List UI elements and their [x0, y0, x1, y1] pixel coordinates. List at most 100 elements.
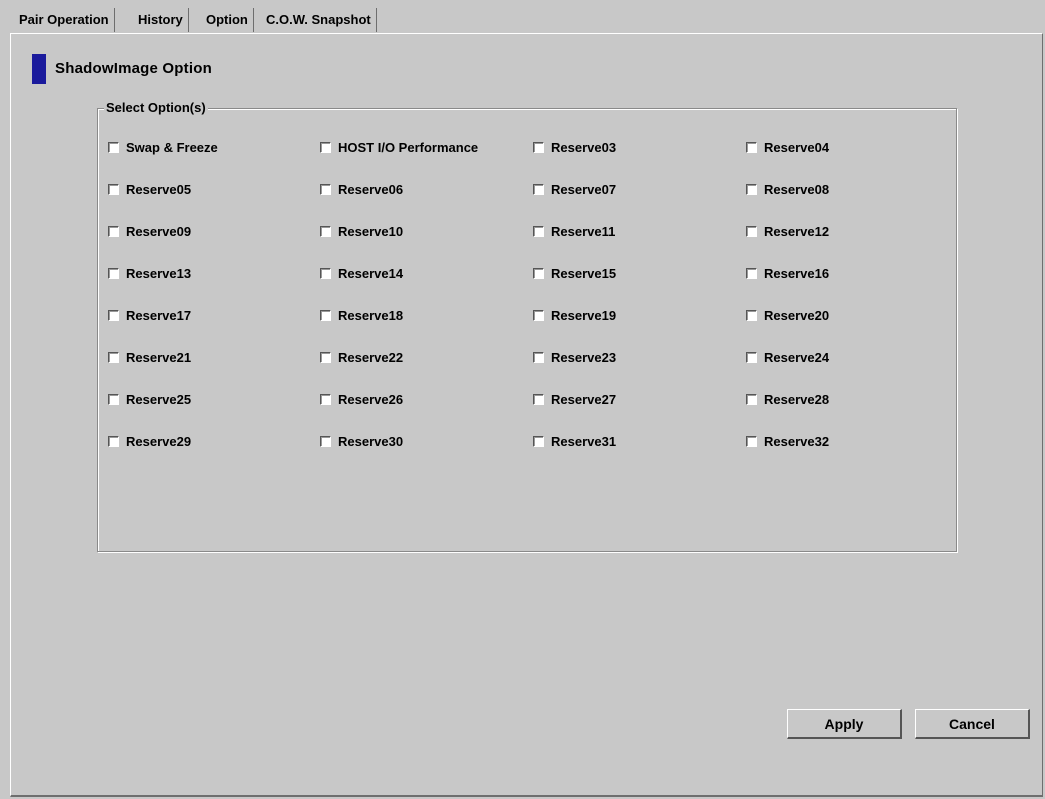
checkbox-box-icon[interactable]	[108, 267, 119, 279]
tab-option[interactable]: Option	[201, 8, 254, 32]
option-label: Reserve06	[338, 181, 404, 197]
checkbox-box-icon[interactable]	[320, 435, 331, 447]
checkbox-box-icon[interactable]	[320, 183, 331, 195]
option-label: Reserve23	[551, 349, 617, 365]
checkbox-box-icon[interactable]	[746, 351, 757, 363]
options-group-title: Select Option(s)	[104, 100, 208, 115]
option-checkbox[interactable]: Reserve17	[108, 306, 191, 324]
checkbox-box-icon[interactable]	[320, 225, 331, 237]
checkbox-box-icon[interactable]	[533, 351, 544, 363]
checkbox-box-icon[interactable]	[746, 435, 757, 447]
section-marker	[32, 54, 46, 84]
option-label: Reserve28	[764, 391, 830, 407]
checkbox-box-icon[interactable]	[320, 141, 331, 153]
option-label: Reserve27	[551, 391, 617, 407]
option-label: Reserve17	[126, 307, 192, 323]
option-label: Reserve11	[551, 223, 616, 239]
option-checkbox[interactable]: Reserve30	[320, 432, 403, 450]
checkbox-box-icon[interactable]	[108, 225, 119, 237]
checkbox-box-icon[interactable]	[533, 267, 544, 279]
option-checkbox[interactable]: Reserve10	[320, 222, 403, 240]
option-checkbox[interactable]: Reserve31	[533, 432, 616, 450]
option-checkbox[interactable]: Reserve24	[746, 348, 829, 366]
option-label: Reserve26	[338, 391, 404, 407]
checkbox-box-icon[interactable]	[533, 309, 544, 321]
checkbox-box-icon[interactable]	[108, 309, 119, 321]
option-label: Reserve10	[338, 223, 404, 239]
checkbox-box-icon[interactable]	[746, 225, 757, 237]
option-checkbox[interactable]: Reserve03	[533, 138, 616, 156]
tab-cow-snapshot[interactable]: C.O.W. Snapshot	[261, 8, 377, 32]
option-label: Reserve16	[764, 265, 830, 281]
option-label: Reserve15	[551, 265, 617, 281]
option-checkbox[interactable]: Reserve19	[533, 306, 616, 324]
checkbox-box-icon[interactable]	[533, 141, 544, 153]
checkbox-box-icon[interactable]	[746, 141, 757, 153]
option-checkbox[interactable]: HOST I/O Performance	[320, 138, 478, 156]
option-label: Reserve20	[764, 307, 830, 323]
checkbox-box-icon[interactable]	[320, 309, 331, 321]
checkbox-box-icon[interactable]	[533, 183, 544, 195]
option-label: Reserve24	[764, 349, 830, 365]
checkbox-box-icon[interactable]	[108, 435, 119, 447]
tab-history[interactable]: History	[133, 8, 189, 32]
option-checkbox[interactable]: Reserve08	[746, 180, 829, 198]
checkbox-box-icon[interactable]	[533, 393, 544, 405]
option-checkbox[interactable]: Reserve25	[108, 390, 191, 408]
checkbox-box-icon[interactable]	[108, 351, 119, 363]
option-checkbox[interactable]: Reserve12	[746, 222, 829, 240]
option-checkbox[interactable]: Reserve32	[746, 432, 829, 450]
option-label: Reserve25	[126, 391, 192, 407]
option-label: Reserve03	[551, 139, 617, 155]
checkbox-box-icon[interactable]	[108, 183, 119, 195]
checkbox-box-icon[interactable]	[746, 309, 757, 321]
option-label: Swap & Freeze	[126, 139, 218, 155]
checkbox-box-icon[interactable]	[108, 393, 119, 405]
option-label: Reserve32	[764, 433, 830, 449]
checkbox-box-icon[interactable]	[108, 141, 119, 153]
checkbox-box-icon[interactable]	[746, 267, 757, 279]
cancel-button[interactable]: Cancel	[915, 709, 1030, 739]
option-checkbox[interactable]: Reserve26	[320, 390, 403, 408]
option-checkbox[interactable]: Reserve21	[108, 348, 191, 366]
option-checkbox[interactable]: Reserve09	[108, 222, 191, 240]
option-checkbox[interactable]: Reserve20	[746, 306, 829, 324]
checkbox-box-icon[interactable]	[320, 351, 331, 363]
option-label: Reserve13	[126, 265, 192, 281]
option-checkbox[interactable]: Reserve07	[533, 180, 616, 198]
option-checkbox[interactable]: Reserve15	[533, 264, 616, 282]
tab-bar: Pair Operation History Option C.O.W. Sna…	[0, 0, 1045, 34]
checkbox-box-icon[interactable]	[320, 267, 331, 279]
checkbox-box-icon[interactable]	[533, 435, 544, 447]
option-checkbox[interactable]: Reserve13	[108, 264, 191, 282]
checkbox-box-icon[interactable]	[533, 225, 544, 237]
option-checkbox[interactable]: Reserve11	[533, 222, 615, 240]
apply-button[interactable]: Apply	[787, 709, 902, 739]
tab-pair-operation[interactable]: Pair Operation	[14, 8, 115, 32]
option-label: Reserve18	[338, 307, 404, 323]
option-label: Reserve21	[126, 349, 192, 365]
section-title: ShadowImage Option	[55, 60, 212, 77]
option-label: Reserve14	[338, 265, 404, 281]
option-checkbox[interactable]: Reserve18	[320, 306, 403, 324]
option-label: Reserve30	[338, 433, 404, 449]
option-checkbox[interactable]: Reserve05	[108, 180, 191, 198]
option-label: Reserve09	[126, 223, 192, 239]
option-checkbox[interactable]: Swap & Freeze	[108, 138, 218, 156]
options-group-box	[97, 108, 957, 552]
option-label: Reserve05	[126, 181, 192, 197]
option-checkbox[interactable]: Reserve16	[746, 264, 829, 282]
checkbox-box-icon[interactable]	[746, 393, 757, 405]
checkbox-box-icon[interactable]	[320, 393, 331, 405]
checkbox-box-icon[interactable]	[746, 183, 757, 195]
option-checkbox[interactable]: Reserve27	[533, 390, 616, 408]
option-checkbox[interactable]: Reserve29	[108, 432, 191, 450]
option-checkbox[interactable]: Reserve22	[320, 348, 403, 366]
option-checkbox[interactable]: Reserve14	[320, 264, 403, 282]
option-checkbox[interactable]: Reserve04	[746, 138, 829, 156]
option-checkbox[interactable]: Reserve23	[533, 348, 616, 366]
option-label: Reserve29	[126, 433, 192, 449]
option-checkbox[interactable]: Reserve28	[746, 390, 829, 408]
option-label: Reserve12	[764, 223, 830, 239]
option-checkbox[interactable]: Reserve06	[320, 180, 403, 198]
